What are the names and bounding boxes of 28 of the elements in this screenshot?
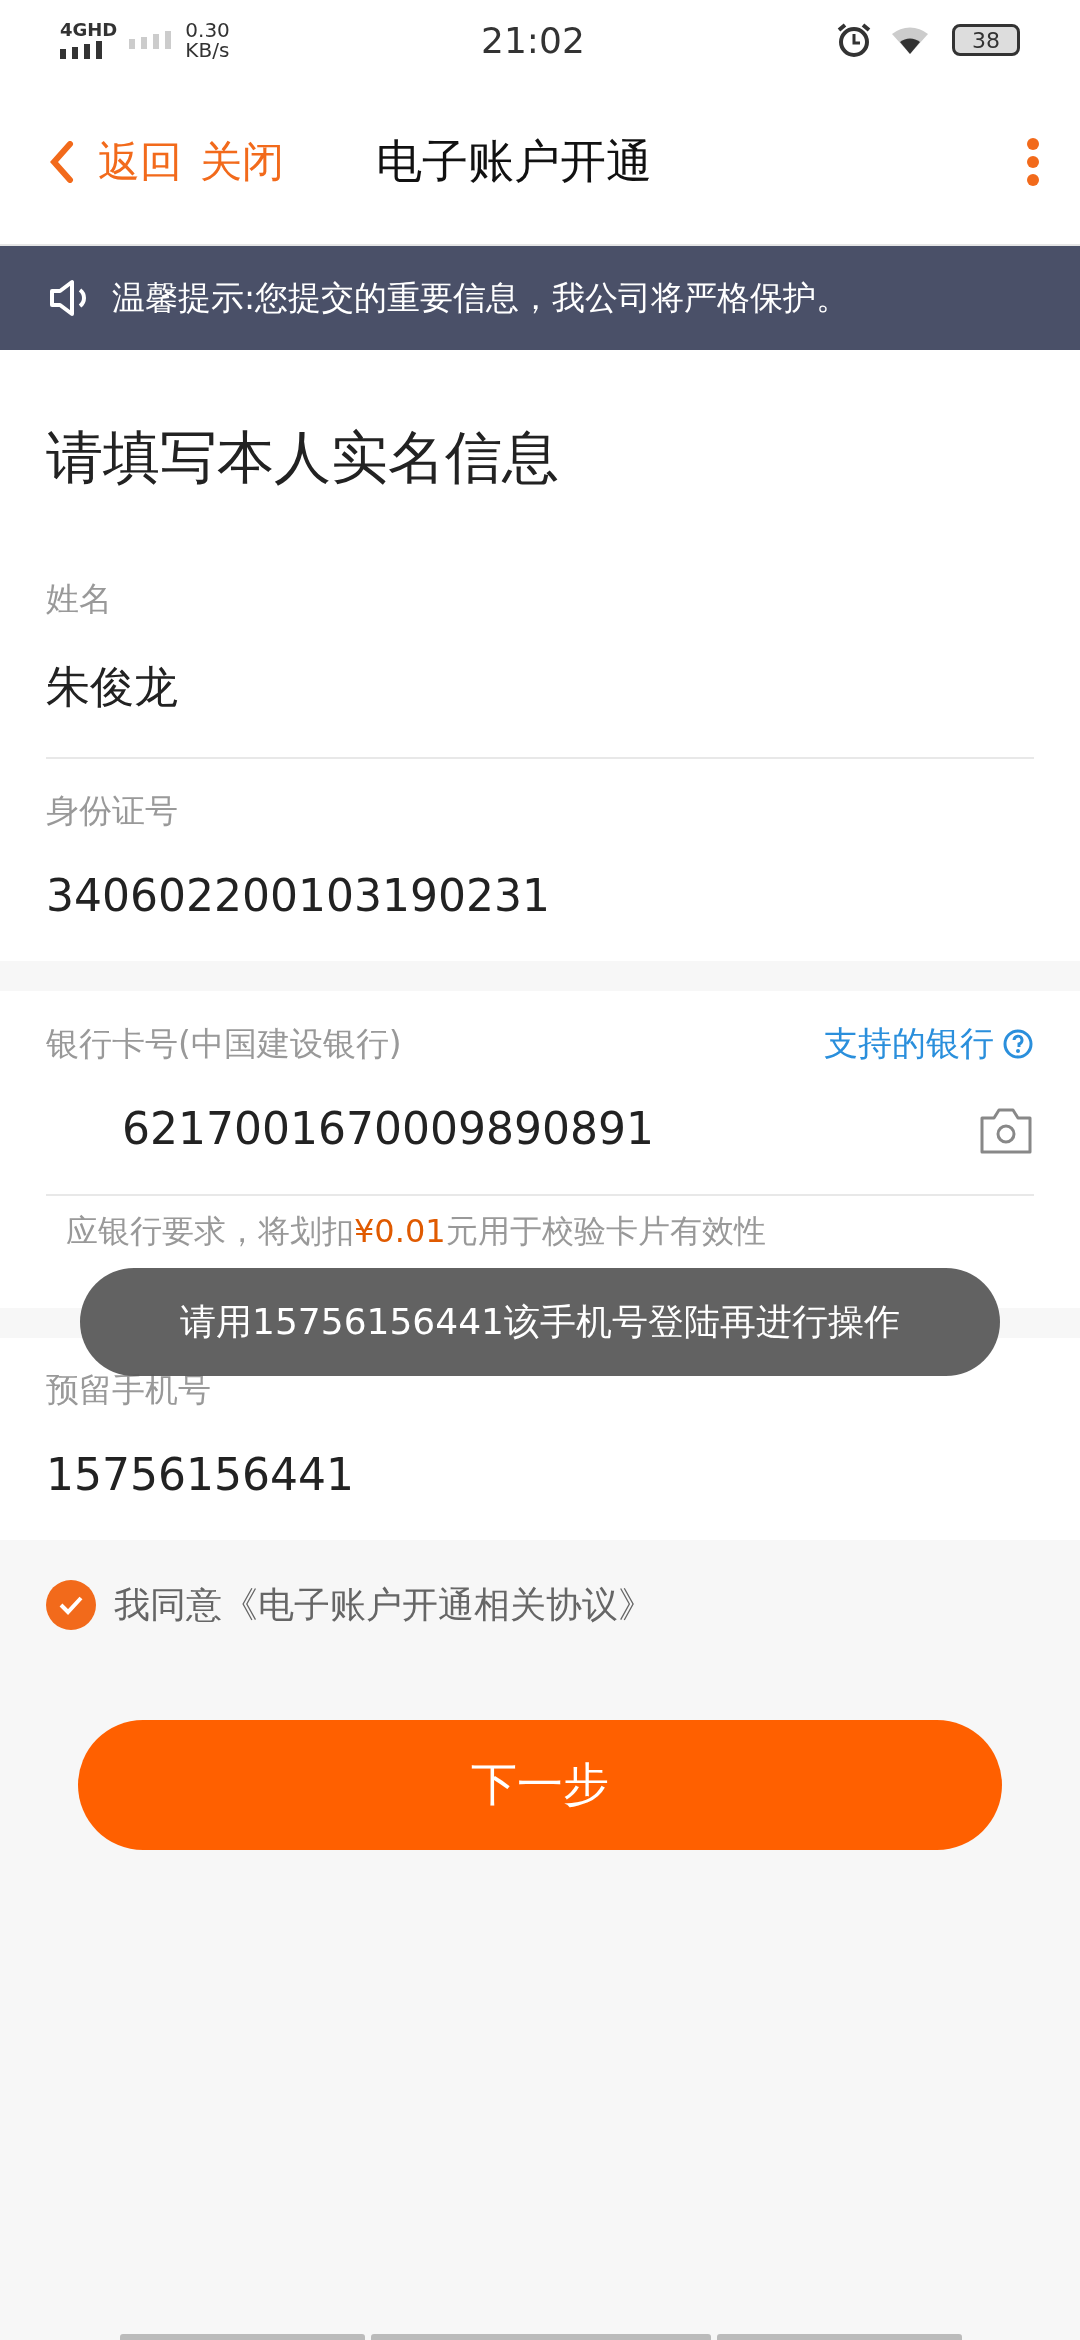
- battery-icon: 38: [952, 24, 1020, 56]
- close-link[interactable]: 关闭: [200, 134, 284, 190]
- field-label: 银行卡号(中国建设银行): [46, 1022, 402, 1065]
- field-label: 姓名: [46, 578, 113, 620]
- alarm-icon: [836, 22, 872, 58]
- input-field[interactable]: 340602200103190231: [46, 834, 1034, 961]
- agreement-text[interactable]: 我同意《电子账户开通相关协议》: [114, 1580, 654, 1630]
- network-label: 4GHD: [60, 21, 118, 39]
- notice-text: 温馨提示:您提交的重要信息，我公司将严格保护。: [112, 276, 850, 319]
- signal-icon: [60, 41, 104, 59]
- signal-icon: [129, 31, 174, 49]
- help-icon: [1002, 1028, 1034, 1060]
- form-title: 请填写本人实名信息: [46, 423, 560, 492]
- input-field[interactable]: 朱俊龙: [46, 622, 1034, 757]
- checkmark-icon: [58, 1595, 84, 1615]
- input-field[interactable]: 15756156441: [46, 1413, 1034, 1540]
- speed-unit: KB/s: [185, 40, 230, 60]
- page-title: 电子账户开通: [376, 133, 653, 190]
- agreement-checkbox[interactable]: [46, 1580, 96, 1630]
- input-field[interactable]: 6217001670009890891: [46, 1067, 654, 1194]
- back-link[interactable]: 返回: [98, 134, 182, 190]
- network-speed: 0.30: [185, 20, 230, 40]
- supported-banks-link[interactable]: 支持的银行: [824, 1021, 1034, 1067]
- field-label: 身份证号: [46, 790, 179, 832]
- card-verification-note: 应银行要求，将划扣¥0.01元用于校验卡片有效性: [65, 1211, 767, 1252]
- more-icon[interactable]: [1026, 137, 1040, 187]
- next-button[interactable]: 下一步: [78, 1720, 1002, 1850]
- clock: 21:02: [481, 19, 585, 61]
